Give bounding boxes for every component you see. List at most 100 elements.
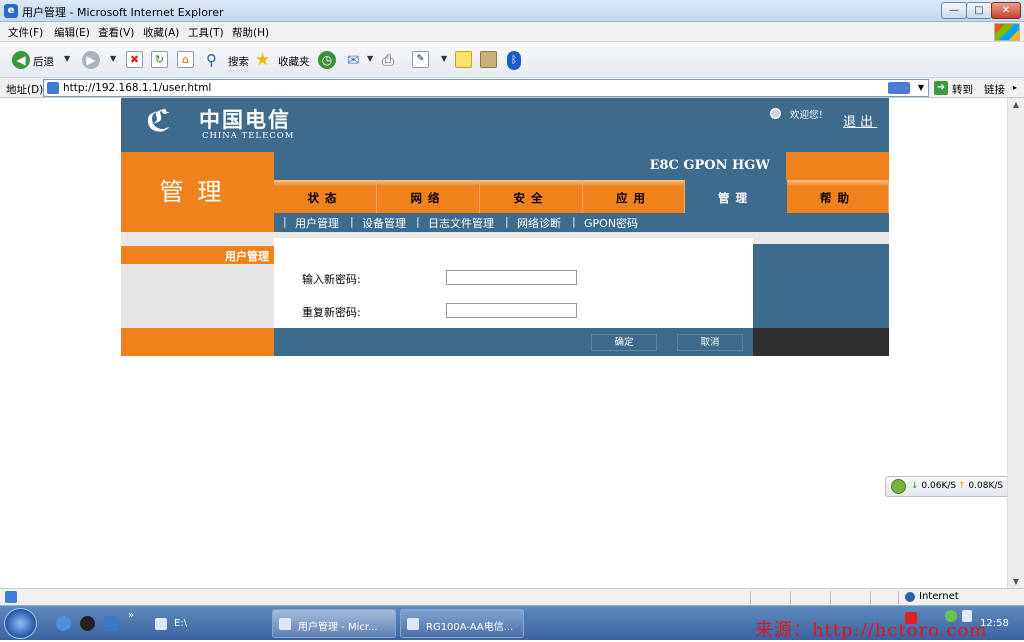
- page-viewport: ℭ 中国电信 CHINA TELECOM 欢迎您！ 退出 管理 E8C GPON…: [0, 98, 1024, 588]
- menu-bar: 文件(F) 编辑(E) 查看(V) 收藏(A) 工具(T) 帮助(H): [0, 22, 1024, 42]
- subnav-separator: |: [350, 215, 354, 228]
- print-icon[interactable]: ⎙: [382, 51, 400, 69]
- tab-security[interactable]: 安全: [480, 180, 583, 213]
- scroll-up-icon[interactable]: ▲: [1011, 100, 1021, 109]
- taskbar-item-label: 用户管理 - Micr...: [298, 622, 378, 633]
- ie-quicklaunch-icon[interactable]: [56, 616, 71, 631]
- menu-file[interactable]: 文件(F): [8, 25, 43, 40]
- taskbar-item-document[interactable]: RG100A-AA电信...: [400, 609, 524, 638]
- windows-logo-icon: [994, 23, 1020, 41]
- router-page: ℭ 中国电信 CHINA TELECOM 欢迎您！ 退出 管理 E8C GPON…: [121, 98, 889, 356]
- subnav-separator: |: [505, 215, 509, 228]
- subnav-gpon-password[interactable]: GPON密码: [584, 215, 638, 231]
- menu-favorites[interactable]: 收藏(A): [143, 25, 179, 40]
- right-decor-panel: [753, 244, 889, 328]
- logo-chinese-text: 中国电信: [199, 107, 291, 132]
- status-divider: [870, 591, 871, 604]
- mail-icon[interactable]: ✉: [347, 51, 365, 69]
- close-button[interactable]: ✕: [991, 2, 1021, 19]
- go-button-label[interactable]: 转到: [952, 82, 973, 97]
- taskbar-item-ie[interactable]: 用户管理 - Micr...: [272, 609, 396, 638]
- research-icon[interactable]: [480, 51, 497, 68]
- security-zone: Internet: [919, 591, 959, 602]
- subnav-device-management[interactable]: 设备管理: [362, 215, 406, 231]
- new-password-field[interactable]: [446, 270, 577, 285]
- repeat-password-field[interactable]: [446, 303, 577, 318]
- go-arrow-icon[interactable]: ➜: [934, 81, 948, 95]
- new-password-label: 输入新密码:: [302, 273, 361, 286]
- qq-icon[interactable]: [80, 616, 95, 631]
- mail-dropdown-icon[interactable]: ▼: [367, 54, 373, 63]
- back-button-label[interactable]: 后退: [33, 54, 54, 69]
- taskbar-item-explorer[interactable]: E:\: [148, 609, 268, 638]
- left-menu: 用户管理: [121, 238, 274, 328]
- search-icon[interactable]: ⚲: [206, 51, 224, 69]
- favorites-star-icon[interactable]: ★: [255, 51, 275, 69]
- refresh-icon[interactable]: ↻: [151, 51, 168, 68]
- scroll-down-icon[interactable]: ▼: [1011, 577, 1021, 586]
- tab-applications[interactable]: 应用: [583, 180, 685, 213]
- subnav-network-diagnostics[interactable]: 网络诊断: [517, 215, 561, 231]
- taskbar-item-label: RG100A-AA电信...: [426, 622, 514, 633]
- favorites-button-label[interactable]: 收藏夹: [278, 54, 310, 69]
- vertical-scrollbar[interactable]: ▲ ▼: [1007, 98, 1024, 588]
- quicklaunch-chevron-icon[interactable]: »: [128, 610, 134, 621]
- page-icon: [47, 82, 59, 94]
- links-button[interactable]: 链接: [984, 82, 1005, 97]
- links-chevron-icon[interactable]: ▸: [1013, 83, 1017, 92]
- security-info-icon[interactable]: [888, 82, 910, 94]
- forward-dropdown-icon[interactable]: ▼: [110, 54, 116, 63]
- address-input[interactable]: http://192.168.1.1/user.html ▼: [43, 79, 929, 97]
- left-menu-item-label: 用户管理: [225, 250, 269, 263]
- word-icon: [407, 618, 419, 630]
- edit-dropdown-icon[interactable]: ▼: [441, 54, 447, 63]
- edit-icon[interactable]: ✎: [412, 51, 429, 68]
- ok-button[interactable]: 确定: [591, 334, 657, 351]
- bluetooth-icon[interactable]: ᛒ: [507, 51, 521, 70]
- status-divider: [750, 591, 751, 604]
- stop-icon[interactable]: ✖: [126, 51, 143, 68]
- start-button[interactable]: [4, 608, 37, 639]
- repeat-password-label: 重复新密码:: [302, 306, 361, 319]
- china-telecom-logo-icon: ℭ: [146, 104, 171, 139]
- subnav-separator: |: [283, 215, 287, 228]
- footer-left-block: [121, 328, 274, 356]
- section-title: 管理: [159, 178, 236, 206]
- menu-tools[interactable]: 工具(T): [188, 25, 224, 40]
- logout-link[interactable]: 退出: [843, 111, 877, 130]
- sub-navigation: | 用户管理 | 设备管理 | 日志文件管理 | 网络诊断 | GPON密码: [274, 213, 889, 232]
- search-button-label[interactable]: 搜索: [228, 54, 249, 69]
- menu-edit[interactable]: 编辑(E): [54, 25, 90, 40]
- ie-icon: e: [4, 4, 18, 18]
- tab-network[interactable]: 网络: [377, 180, 480, 213]
- home-icon[interactable]: ⌂: [177, 51, 194, 68]
- notes-icon[interactable]: [455, 51, 472, 68]
- back-arrow-icon[interactable]: ◀: [12, 51, 30, 69]
- tab-help[interactable]: 帮助: [787, 180, 889, 213]
- history-icon[interactable]: ◷: [318, 51, 336, 69]
- user-icon: [770, 108, 781, 119]
- menu-view[interactable]: 查看(V): [98, 25, 134, 40]
- logo-english-text: CHINA TELECOM: [202, 131, 295, 141]
- minimize-button[interactable]: —: [941, 2, 967, 19]
- router-header: ℭ 中国电信 CHINA TELECOM 欢迎您！ 退出: [121, 98, 889, 152]
- network-speed-widget[interactable]: ↓ 0.06K/S ↑ 0.08K/S: [885, 476, 1023, 497]
- back-dropdown-icon[interactable]: ▼: [64, 54, 70, 63]
- menu-help[interactable]: 帮助(H): [232, 25, 269, 40]
- footer-right-block: [753, 328, 889, 356]
- left-menu-item-user-management[interactable]: 用户管理: [121, 246, 274, 264]
- address-dropdown-icon[interactable]: ▼: [918, 83, 924, 92]
- subnav-separator: |: [572, 215, 576, 228]
- subnav-user-management[interactable]: 用户管理: [295, 215, 339, 231]
- forward-arrow-icon[interactable]: ▶: [82, 51, 100, 69]
- explorer-icon[interactable]: [104, 616, 119, 631]
- header-orange-block: [786, 152, 889, 180]
- source-watermark: 来源：http://hctoro.com: [755, 620, 988, 641]
- subnav-log-management[interactable]: 日志文件管理: [428, 215, 494, 231]
- taskbar: » E:\ 用户管理 - Micr... RG100A-AA电信... 12:5…: [0, 605, 1024, 641]
- address-url[interactable]: http://192.168.1.1/user.html: [63, 82, 211, 94]
- cancel-button[interactable]: 取消: [677, 334, 743, 351]
- tab-management[interactable]: 管理: [685, 180, 787, 213]
- maximize-button[interactable]: □: [966, 2, 992, 19]
- tab-status[interactable]: 状态: [274, 180, 377, 213]
